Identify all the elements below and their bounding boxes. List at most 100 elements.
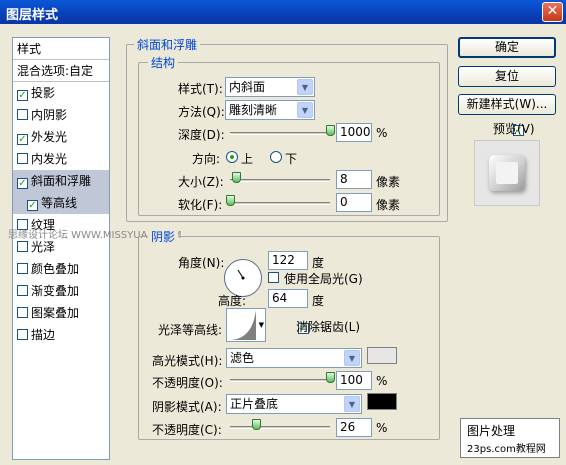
altitude-unit: 度 [312, 294, 325, 308]
angle-unit: 度 [312, 256, 325, 270]
close-button[interactable]: ✕ [542, 2, 563, 22]
style-list-label: 图案叠加 [31, 306, 80, 320]
soften-slider-thumb[interactable] [226, 195, 235, 206]
shadow-opacity-thumb[interactable] [252, 419, 261, 430]
size-input[interactable]: 8 [336, 170, 372, 189]
style-checkbox[interactable] [17, 109, 28, 120]
title-bar: 图层样式 ✕ [0, 0, 566, 24]
shadow-color-swatch[interactable] [367, 393, 397, 410]
style-list-label: 斜面和浮雕 [31, 174, 92, 188]
style-list-item[interactable]: 颜色叠加 [13, 258, 109, 280]
size-slider-thumb[interactable] [232, 172, 242, 183]
shadow-opacity-input[interactable]: 26 [336, 418, 372, 437]
style-checkbox[interactable]: ✓ [27, 200, 38, 211]
highlight-color-swatch[interactable] [367, 347, 397, 364]
shadow-mode-label: 阴影模式(A): [152, 400, 222, 414]
shadow-opacity-label: 不透明度(C): [152, 423, 222, 437]
style-list-label: 内阴影 [31, 108, 68, 122]
angle-label: 角度(N): [178, 256, 225, 270]
preview-label: 预览(V) [493, 122, 535, 136]
size-slider[interactable] [230, 179, 330, 182]
chevron-down-icon: ▼ [258, 321, 264, 329]
style-checkbox[interactable]: ✓ [17, 134, 28, 145]
highlight-mode-select[interactable]: 滤色 ▼ [226, 348, 362, 368]
style-list-item[interactable]: ✓ 外发光 [13, 126, 109, 148]
depth-input[interactable]: 1000 [336, 123, 372, 142]
structure-title: 结构 [148, 54, 179, 71]
gloss-contour-label: 光泽等高线: [158, 323, 223, 337]
style-list-item[interactable]: 渐变叠加 [13, 280, 109, 302]
style-list-label: 颜色叠加 [31, 262, 80, 276]
style-list-label: 混合选项:自定 [17, 64, 94, 78]
shadow-opacity-slider[interactable] [230, 426, 330, 429]
style-list-label: 光泽 [31, 240, 56, 254]
style-list: 样式 混合选项:自定 ✓ 投影 内阴影 ✓ 外发光 内发光 ✓ 斜面和浮雕 ✓ 等高线 纹理 光泽 颜色叠加… [12, 37, 110, 460]
style-checkbox[interactable] [17, 241, 28, 252]
soften-label: 软化(F): [178, 198, 223, 212]
style-list-item[interactable]: 描边 [13, 324, 109, 346]
global-light-checkbox[interactable] [268, 272, 279, 283]
angle-dial-needle [237, 269, 245, 280]
size-unit: 像素 [376, 175, 401, 189]
gloss-contour-picker[interactable]: ▼ [226, 308, 266, 342]
altitude-label: 高度: [218, 294, 247, 308]
technique-select[interactable]: 雕刻清晰 ▼ [225, 100, 315, 120]
style-checkbox[interactable]: ✓ [17, 178, 28, 189]
soften-slider[interactable] [230, 202, 330, 205]
style-list-item[interactable]: 内阴影 [13, 104, 109, 126]
style-list-item[interactable]: 样式 [13, 38, 109, 60]
style-list-item[interactable]: 内发光 [13, 148, 109, 170]
depth-unit: % [376, 126, 388, 140]
style-select[interactable]: 内斜面 ▼ [225, 77, 315, 97]
contour-curve-icon [229, 310, 256, 340]
style-checkbox[interactable]: ✓ [17, 90, 28, 101]
close-icon: ✕ [546, 3, 559, 19]
highlight-opacity-input[interactable]: 100 [336, 371, 372, 390]
shading-title: 阴影 [148, 228, 179, 245]
direction-label: 方向: [192, 152, 221, 166]
style-checkbox[interactable] [17, 285, 28, 296]
window-title: 图层样式 [6, 8, 59, 23]
highlight-mode-label: 高光模式(H): [152, 354, 223, 368]
ok-button[interactable]: 确定 [458, 37, 556, 58]
antialias-label: 消除锯齿(L) [296, 320, 361, 334]
style-list-item[interactable]: ✓ 投影 [13, 82, 109, 104]
style-list-label: 渐变叠加 [31, 284, 80, 298]
highlight-opacity-thumb[interactable] [326, 372, 335, 383]
chevron-down-icon: ▼ [297, 102, 313, 118]
altitude-input[interactable]: 64 [268, 289, 308, 308]
depth-slider[interactable] [230, 132, 330, 135]
style-list-item[interactable]: 混合选项:自定 [13, 60, 109, 82]
technique-label: 方法(Q): [178, 105, 225, 119]
style-list-item[interactable]: ✓ 斜面和浮雕 [13, 170, 109, 192]
style-list-item[interactable]: 图案叠加 [13, 302, 109, 324]
style-checkbox[interactable] [17, 329, 28, 340]
soften-input[interactable]: 0 [336, 193, 372, 212]
style-list-label: 等高线 [41, 196, 78, 210]
watermark-logo: 图片处理 23ps.com教程网 [460, 418, 560, 458]
style-list-item[interactable]: ✓ 等高线 [13, 192, 109, 214]
global-light-label: 使用全局光(G) [284, 272, 363, 286]
style-list-label: 外发光 [31, 130, 68, 144]
bevel-section-title: 斜面和浮雕 [134, 36, 201, 53]
style-checkbox[interactable] [17, 153, 28, 164]
direction-up-radio[interactable] [226, 151, 238, 163]
reset-button[interactable]: 复位 [458, 66, 556, 87]
new-style-button[interactable]: 新建样式(W)... [458, 94, 556, 115]
shadow-mode-select[interactable]: 正片叠底 ▼ [226, 394, 362, 414]
chevron-down-icon: ▼ [297, 79, 313, 95]
soften-unit: 像素 [376, 198, 401, 212]
style-checkbox[interactable] [17, 307, 28, 318]
direction-down-radio[interactable] [270, 151, 282, 163]
preview-swatch-shape [489, 155, 525, 191]
size-label: 大小(Z): [178, 175, 224, 189]
direction-down-label: 下 [285, 152, 298, 166]
depth-slider-thumb[interactable] [326, 125, 335, 136]
angle-input[interactable]: 122 [268, 251, 308, 270]
style-checkbox[interactable] [17, 263, 28, 274]
style-label: 样式(T): [178, 82, 223, 96]
style-list-label: 内发光 [31, 152, 68, 166]
shadow-opacity-unit: % [376, 421, 388, 435]
chevron-down-icon: ▼ [344, 396, 360, 412]
highlight-opacity-slider[interactable] [230, 379, 330, 382]
